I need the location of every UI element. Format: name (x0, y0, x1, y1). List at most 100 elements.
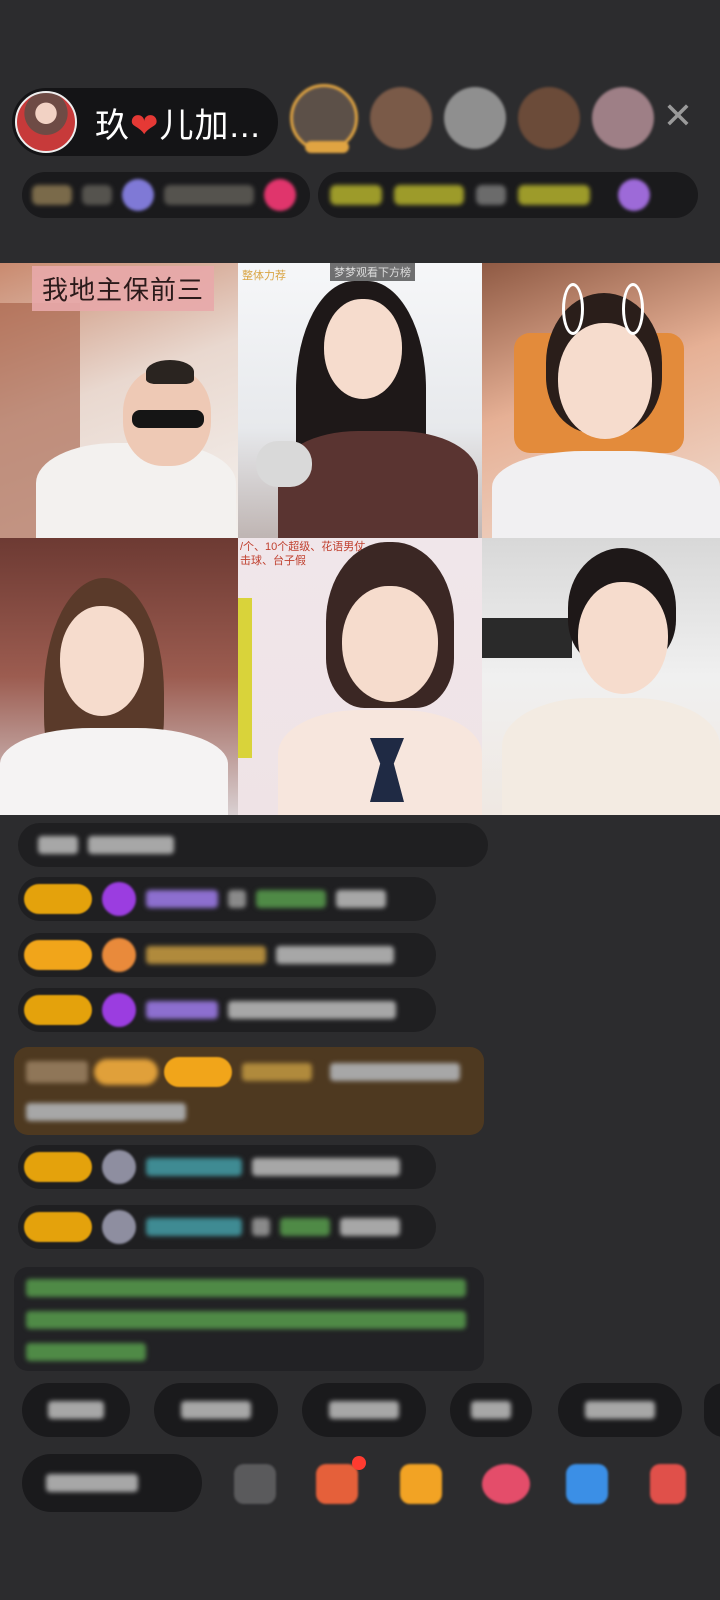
chat-message (18, 988, 436, 1032)
video-cell[interactable] (482, 538, 720, 815)
diamond-icon (102, 993, 136, 1027)
username[interactable] (146, 890, 218, 908)
microphone (256, 441, 312, 487)
cloud-icon (102, 1210, 136, 1244)
level-badge (24, 940, 92, 970)
chat-message (18, 823, 488, 867)
username[interactable] (146, 1001, 218, 1019)
username[interactable] (256, 890, 326, 908)
chip-text (48, 1401, 104, 1419)
rank-info-pill[interactable] (22, 172, 310, 218)
heart-icon: ❤ (130, 106, 160, 145)
info-bar (0, 168, 720, 222)
quick-reply-chip[interactable] (154, 1383, 278, 1437)
viewer-avatar[interactable] (444, 87, 506, 149)
level-badge (24, 995, 92, 1025)
comment-placeholder (46, 1474, 138, 1492)
username[interactable] (280, 1218, 330, 1236)
share-icon[interactable] (566, 1464, 608, 1504)
bottom-toolbar (0, 1452, 720, 1516)
viewer-avatar[interactable] (518, 87, 580, 149)
viewer-avatar[interactable] (592, 87, 654, 149)
quick-reply-chip[interactable] (450, 1383, 532, 1437)
fan-badge-icon (618, 179, 650, 211)
chat-text (88, 836, 174, 854)
level-badge (24, 1212, 92, 1242)
chat-text (26, 1103, 186, 1121)
viewer-avatar[interactable] (290, 84, 358, 153)
close-icon[interactable]: ✕ (660, 98, 696, 134)
anchor-avatar[interactable] (15, 91, 77, 153)
chip-text (329, 1401, 399, 1419)
fan-club-pill[interactable] (318, 172, 698, 218)
notice-text (26, 1343, 146, 1361)
comment-input[interactable] (22, 1454, 202, 1512)
top-bar: 玖❤儿加... ✕ (0, 84, 720, 160)
anchor-name-suffix: 儿加... (159, 106, 261, 145)
orange-gift-icon (102, 938, 136, 972)
viewer-avatar[interactable] (370, 87, 432, 149)
username[interactable] (146, 946, 266, 964)
link-mic-icon[interactable] (482, 1464, 530, 1504)
level-badge (24, 1152, 92, 1182)
lucky-bag-icon[interactable] (400, 1464, 442, 1504)
fan-tag (476, 185, 506, 205)
guest-caption: 我地主保前三 (32, 266, 215, 311)
username[interactable] (242, 1063, 312, 1081)
chip-text (181, 1401, 251, 1419)
anchor-name: 玖❤儿加... (95, 98, 261, 147)
chat-message (18, 1205, 436, 1249)
rank-text (82, 185, 112, 205)
planet-icon (122, 179, 154, 211)
video-cell[interactable]: /个、10个超级、花语男仗 击球、台子假 (238, 538, 482, 815)
chat-text (336, 890, 386, 908)
hot-text (164, 185, 254, 205)
guest-video (28, 358, 238, 538)
quick-reply-chip[interactable] (302, 1383, 426, 1437)
anchor-name-prefix: 玖 (95, 106, 130, 145)
quick-reply-row (0, 1383, 720, 1437)
shopping-icon[interactable] (316, 1464, 358, 1504)
chat-text (228, 890, 246, 908)
chat-message (18, 1145, 436, 1189)
video-cell[interactable] (482, 263, 720, 538)
level-badge (164, 1057, 232, 1087)
quick-reply-chip[interactable] (558, 1383, 682, 1437)
viewer-avatar-list (290, 84, 654, 153)
rank-icon (32, 185, 72, 205)
chat-text (340, 1218, 400, 1236)
chat-text (252, 1158, 400, 1176)
cloud-icon (102, 1150, 136, 1184)
chat-text (26, 1061, 88, 1083)
anchor-info-pill[interactable]: 玖❤儿加... (12, 88, 278, 156)
guest-video (278, 542, 482, 815)
quick-reply-chip[interactable] (704, 1383, 720, 1437)
video-cell[interactable]: 整体力荐 梦梦观看下方榜 (238, 263, 482, 538)
chat-message (18, 877, 436, 921)
fan-tag (394, 185, 464, 205)
level-badge (24, 884, 92, 914)
guest-video (278, 281, 478, 538)
chat-text (228, 1001, 396, 1019)
username[interactable] (146, 1158, 242, 1176)
guest-video (502, 548, 720, 815)
multi-guest-video-grid: 我地主保前三 整体力荐 梦梦观看下方榜 /个、10个超级、花语男仗 击球、台子假 (0, 263, 720, 815)
notice-text (26, 1311, 466, 1329)
video-cell[interactable] (0, 538, 238, 815)
highlight-chat-message (14, 1047, 484, 1135)
quick-reply-chip[interactable] (22, 1383, 130, 1437)
guest-video (0, 578, 238, 815)
username[interactable] (146, 1218, 242, 1236)
video-cell[interactable]: 我地主保前三 (0, 263, 238, 538)
gift-icon[interactable] (650, 1464, 686, 1504)
chip-text (471, 1401, 511, 1419)
notification-dot (352, 1456, 366, 1470)
fan-tag (518, 185, 590, 205)
fan-tag (330, 185, 382, 205)
chat-text (330, 1063, 460, 1081)
vip-badge (94, 1059, 158, 1085)
chat-message (18, 933, 436, 977)
emoji-icon[interactable] (234, 1464, 276, 1504)
cell-top-label: 梦梦观看下方榜 (330, 263, 415, 281)
hot-icon (264, 179, 296, 211)
